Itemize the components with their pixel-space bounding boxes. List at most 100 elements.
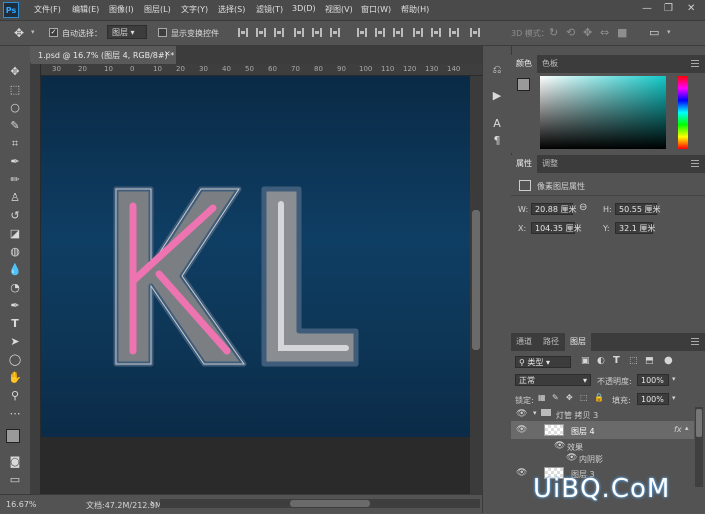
visibility-eye-icon[interactable]: 👁 (566, 453, 577, 463)
color-field[interactable] (540, 76, 666, 149)
height-field[interactable]: 50.55 厘米 (615, 203, 660, 215)
3d-scale-icon[interactable]: ■ (617, 26, 627, 39)
move-tool-icon[interactable]: ✥ (14, 26, 24, 40)
distribute-hcenter-icon[interactable] (431, 28, 441, 37)
eyedropper-tool-icon[interactable]: ✒ (8, 155, 22, 169)
menu-filter[interactable]: 滤镜(T) (256, 4, 283, 15)
chevron-down-icon[interactable]: ▾ (533, 409, 537, 417)
tab-channels[interactable]: 通道 (511, 333, 537, 351)
panel-menu-icon[interactable] (691, 338, 699, 345)
layer-filter-dropdown[interactable]: ⚲ 类型 ▾ (515, 356, 571, 368)
pen-tool-icon[interactable]: ✒ (8, 299, 22, 313)
align-left-icon[interactable] (294, 28, 304, 37)
eraser-tool-icon[interactable]: ◪ (8, 227, 22, 241)
document-canvas[interactable] (41, 76, 470, 437)
tab-layers[interactable]: 图层 (565, 333, 591, 351)
link-icon[interactable]: ⊖ (579, 202, 587, 213)
distribute-bottom-icon[interactable] (393, 28, 403, 37)
chevron-down-icon[interactable]: ▾ (31, 28, 35, 36)
hand-tool-icon[interactable]: ✋ (8, 371, 22, 385)
menu-3d[interactable]: 3D(D) (292, 4, 316, 13)
y-field[interactable]: 32.1 厘米 (615, 222, 655, 234)
panel-menu-icon[interactable] (691, 160, 699, 167)
stamp-tool-icon[interactable]: ♙ (8, 191, 22, 205)
blur-tool-icon[interactable]: 💧 (8, 263, 22, 277)
menu-window[interactable]: 窗口(W) (361, 4, 391, 15)
align-vcenter-icon[interactable] (256, 28, 266, 37)
layers-scroll-thumb[interactable] (696, 409, 702, 437)
layer-row-selected[interactable]: 👁 图层 4 fx ▴ (511, 421, 694, 439)
3d-roll-icon[interactable]: ⟲ (566, 26, 575, 39)
more-tools-icon[interactable]: ⋯ (8, 407, 22, 421)
history-brush-tool-icon[interactable]: ↺ (8, 209, 22, 223)
status-arrow-icon[interactable]: › (150, 498, 154, 509)
visibility-eye-icon[interactable]: 👁 (554, 441, 565, 451)
fill-field[interactable]: 100% (637, 393, 669, 405)
document-tab[interactable]: 1.psd @ 16.7% (图层 4, RGB/8#) * × (30, 46, 176, 64)
3d-slide-icon[interactable]: ⇔ (600, 26, 609, 39)
fill-chevron-icon[interactable]: ▾ (672, 394, 676, 402)
opacity-field[interactable]: 100% (637, 374, 669, 386)
visibility-eye-icon[interactable]: 👁 (516, 409, 527, 419)
filter-toggle-icon[interactable]: ● (664, 355, 673, 366)
fx-badge[interactable]: fx (674, 425, 682, 434)
align-hcenter-icon[interactable] (312, 28, 322, 37)
tab-color[interactable]: 颜色 (511, 55, 537, 73)
menu-edit[interactable]: 编辑(E) (72, 4, 99, 15)
menu-image[interactable]: 图像(I) (109, 4, 134, 15)
distribute-vcenter-icon[interactable] (375, 28, 385, 37)
auto-align-icon[interactable] (470, 28, 480, 37)
minimize-button[interactable]: — (642, 3, 652, 14)
move-tool-icon[interactable]: ✥ (8, 65, 22, 79)
3d-pan-icon[interactable]: ✥ (583, 26, 592, 39)
close-button[interactable]: ✕ (687, 3, 695, 14)
menu-view[interactable]: 视图(V) (325, 4, 353, 15)
lock-all-icon[interactable]: 🔒 (594, 393, 604, 402)
filter-pixel-icon[interactable]: ▣ (581, 356, 590, 366)
auto-select-dropdown[interactable]: 图层 ▾ (107, 25, 147, 39)
vertical-scroll-thumb[interactable] (472, 210, 480, 350)
expand-effects-icon[interactable]: ▴ (685, 424, 689, 432)
visibility-eye-icon[interactable]: 👁 (516, 425, 527, 435)
brush-tool-icon[interactable]: ✏ (8, 173, 22, 187)
filter-type-icon[interactable]: T (613, 355, 620, 366)
paragraph-panel-icon[interactable]: ¶ (490, 134, 504, 148)
tab-properties[interactable]: 属性 (511, 155, 537, 173)
menu-layer[interactable]: 图层(L) (144, 4, 171, 15)
actions-panel-icon[interactable]: ▶ (490, 89, 504, 103)
type-tool-icon[interactable]: T (8, 317, 22, 331)
zoom-level[interactable]: 16.67% (6, 500, 37, 509)
restore-button[interactable]: ❐ (664, 3, 673, 14)
lock-transparent-icon[interactable]: ▦ (538, 393, 546, 402)
align-bottom-icon[interactable] (274, 28, 284, 37)
quick-mask-icon[interactable]: ◙ (8, 455, 22, 469)
history-panel-icon[interactable]: ⎌ (490, 63, 504, 77)
blend-mode-dropdown[interactable]: 正常 ▾ (515, 374, 591, 386)
align-top-icon[interactable] (238, 28, 248, 37)
3d-rotate-icon[interactable]: ↻ (549, 26, 558, 39)
gradient-tool-icon[interactable]: ◍ (8, 245, 22, 259)
auto-select-checkbox[interactable]: ✓ (49, 28, 58, 37)
align-right-icon[interactable] (330, 28, 340, 37)
crop-tool-icon[interactable]: ⌗ (8, 137, 22, 151)
visibility-eye-icon[interactable]: 👁 (516, 468, 527, 478)
opacity-chevron-icon[interactable]: ▾ (672, 375, 676, 383)
magic-wand-tool-icon[interactable]: ✎ (8, 119, 22, 133)
lock-artboard-icon[interactable]: ⬚ (580, 393, 588, 402)
menu-select[interactable]: 选择(S) (218, 4, 245, 15)
foreground-color-swatch[interactable] (6, 429, 20, 443)
path-select-tool-icon[interactable]: ➤ (8, 335, 22, 349)
show-transform-checkbox[interactable] (158, 28, 167, 37)
menu-type[interactable]: 文字(Y) (181, 4, 208, 15)
workspace-chevron-icon[interactable]: ▾ (667, 28, 671, 36)
menu-help[interactable]: 帮助(H) (401, 4, 429, 15)
color-fg-swatch[interactable] (517, 78, 530, 91)
tab-adjustments[interactable]: 调整 (537, 155, 563, 173)
width-field[interactable]: 20.88 厘米 (531, 203, 576, 215)
lock-pixels-icon[interactable]: ✎ (552, 393, 559, 402)
screen-mode-icon[interactable]: ▭ (8, 473, 22, 487)
dodge-tool-icon[interactable]: ◔ (8, 281, 22, 295)
filter-smart-icon[interactable]: ⬒ (645, 356, 654, 366)
layer-row-group[interactable]: 👁 ▾ 灯管 拷贝 3 (511, 407, 694, 421)
tab-paths[interactable]: 路径 (538, 333, 564, 351)
